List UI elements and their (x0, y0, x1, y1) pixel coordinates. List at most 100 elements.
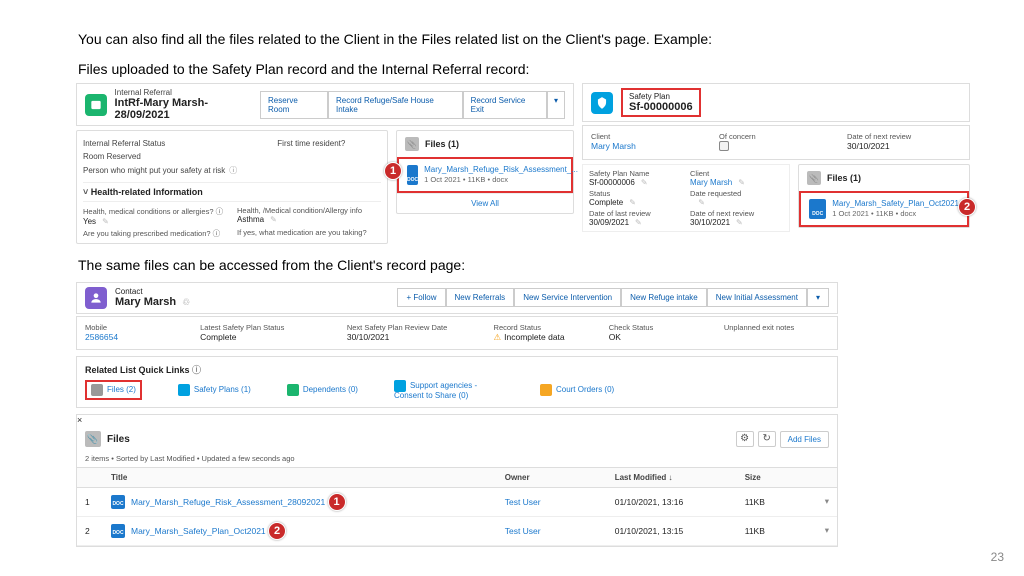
contact-record: Contact Mary Marsh ♲ + Follow New Referr… (76, 282, 838, 547)
record-exit-button[interactable]: Record Service Exit (463, 91, 547, 119)
field-label: Are you taking prescribed medication? ⓘ (83, 228, 227, 239)
field-label: If yes, what medication are you taking? (237, 228, 381, 239)
col-owner[interactable]: Owner (497, 467, 607, 487)
field-value (690, 198, 783, 207)
add-files-button[interactable]: Add Files (780, 431, 829, 448)
rlq-title: Related List Quick Links (85, 363, 829, 376)
field-value: OK (609, 332, 714, 342)
file-item[interactable]: Mary_Marsh_Safety_Plan_Oct2021 1 Oct 202… (799, 191, 969, 227)
field-value: Yes (83, 217, 227, 226)
rlq-files-link[interactable]: Files (2) (85, 380, 142, 400)
field-label: Latest Safety Plan Status (200, 323, 337, 332)
field-value: Asthma (237, 215, 381, 224)
safety-plan-record: Safety Plan Sf-00000006 ClientMary Marsh… (582, 83, 970, 244)
field-label: Internal Referral Status (83, 139, 237, 148)
refresh-button[interactable]: ↻ (758, 431, 776, 447)
files-card: Files (1) Mary_Marsh_Refuge_Risk_Assessm… (396, 130, 574, 214)
row-menu-button[interactable]: ▾ (817, 516, 837, 545)
col-title[interactable]: Title (103, 467, 497, 487)
file-item[interactable]: Mary_Marsh_Refuge_Risk_Assessment_... 1 … (397, 157, 573, 193)
files-icon (807, 171, 821, 185)
files-subtitle: 2 items • Sorted by Last Modified • Upda… (77, 454, 837, 467)
section-toggle[interactable]: Health-related Information (83, 182, 381, 202)
field-value: 30/10/2021 (847, 141, 961, 151)
record-name: Mary Marsh (115, 296, 176, 308)
owner-link[interactable]: Test User (497, 487, 607, 516)
new-initial-assessment-button[interactable]: New Initial Assessment (707, 288, 807, 307)
settings-button[interactable]: ⚙ (736, 431, 754, 447)
follow-button[interactable]: + Follow (397, 288, 445, 307)
new-service-intervention-button[interactable]: New Service Intervention (514, 288, 621, 307)
rlq-support-agencies-link[interactable]: Support agencies - Consent to Share (0) (394, 380, 504, 401)
file-meta: 1 Oct 2021 • 11KB • docx (424, 175, 578, 184)
row-index: 2 (77, 516, 103, 545)
field-label: Date of last review (589, 209, 682, 218)
field-label: Date of next review (847, 132, 961, 141)
reserve-room-button[interactable]: Reserve Room (260, 91, 328, 119)
col-size[interactable]: Size (737, 467, 817, 487)
hierarchy-icon[interactable]: ♲ (182, 297, 190, 308)
new-refuge-intake-button[interactable]: New Refuge intake (621, 288, 707, 307)
new-referrals-button[interactable]: New Referrals (446, 288, 515, 307)
record-intake-button[interactable]: Record Refuge/Safe House Intake (328, 91, 463, 119)
field-label: Date of next review (690, 209, 783, 218)
internal-referral-record: Internal Referral IntRf-Mary Marsh-28/09… (76, 83, 574, 244)
table-row[interactable]: 2 Mary_Marsh_Safety_Plan_Oct2021 2 Test … (77, 516, 837, 545)
files-icon (405, 137, 419, 151)
record-name: Sf-00000006 (629, 101, 693, 113)
file-title-link[interactable]: Mary_Marsh_Safety_Plan_Oct2021 (131, 526, 266, 536)
doc-icon (407, 165, 418, 185)
mobile-link[interactable]: 2586654 (85, 332, 190, 342)
of-concern-checkbox (719, 141, 729, 151)
doc-icon (809, 199, 826, 219)
field-label: Unplanned exit notes (724, 323, 829, 332)
field-label: Mobile (85, 323, 190, 332)
view-all-link[interactable]: View All (397, 193, 573, 213)
file-meta: 1 Oct 2021 • 11KB • docx (832, 209, 959, 218)
field-label: Health, /Medical condition/Allergy info (237, 206, 381, 215)
record-header: Internal Referral IntRf-Mary Marsh-28/09… (76, 83, 574, 126)
field-label: Safety Plan Name (589, 169, 682, 178)
more-actions-button[interactable]: ▾ (807, 288, 829, 307)
field-label: Of concern (719, 132, 833, 141)
files-card: Files (1) Mary_Marsh_Safety_Plan_Oct2021… (798, 164, 970, 228)
client-link[interactable]: Mary Marsh (591, 141, 705, 151)
callout-badge-1: 1 (328, 493, 346, 511)
row-menu-button[interactable]: ▾ (817, 487, 837, 516)
table-row[interactable]: 1 Mary_Marsh_Refuge_Risk_Assessment_2809… (77, 487, 837, 516)
field-value: Sf-00000006 (589, 178, 682, 187)
field-label: Health, medical conditions or allergies?… (83, 206, 227, 217)
field-value: 30/10/2021 (690, 218, 783, 227)
owner-link[interactable]: Test User (497, 516, 607, 545)
rlq-court-orders-link[interactable]: Court Orders (0) (540, 384, 614, 396)
cell-modified: 01/10/2021, 13:15 (607, 516, 737, 545)
cell-modified: 01/10/2021, 13:16 (607, 487, 737, 516)
field-label: Room Reserved (83, 152, 237, 161)
files-related-list: × 📎 Files ⚙ ↻ Add Files 2 items • Sorted… (76, 414, 838, 547)
field-value: Complete (589, 198, 682, 207)
file-title-link[interactable]: Mary_Marsh_Refuge_Risk_Assessment_280920… (131, 497, 325, 507)
field-label: First time resident? (277, 139, 345, 148)
sub-text: Files uploaded to the Safety Plan record… (78, 60, 946, 80)
files-header: Files (1) (827, 173, 861, 183)
close-icon[interactable]: × (77, 415, 82, 425)
field-value: Incomplete data (494, 332, 599, 343)
rlq-safety-plans-link[interactable]: Safety Plans (1) (178, 384, 251, 396)
doc-icon (111, 495, 125, 509)
more-actions-button[interactable]: ▾ (547, 91, 565, 119)
files-header: Files (1) (425, 139, 459, 149)
cell-size: 11KB (737, 516, 817, 545)
files-icon: 📎 (85, 431, 101, 447)
field-label: Date requested (690, 189, 783, 198)
safety-plan-icon (591, 92, 613, 114)
field-label: Next Safety Plan Review Date (347, 323, 484, 332)
doc-icon (111, 524, 125, 538)
col-modified[interactable]: Last Modified ↓ (607, 467, 737, 487)
field-label: Check Status (609, 323, 714, 332)
same-files-text: The same files can be accessed from the … (78, 256, 946, 276)
record-object-label: Internal Referral (115, 88, 260, 97)
client-link[interactable]: Mary Marsh (690, 178, 783, 187)
file-name: Mary_Marsh_Refuge_Risk_Assessment_... (424, 166, 578, 175)
row-index: 1 (77, 487, 103, 516)
rlq-dependents-link[interactable]: Dependents (0) (287, 384, 358, 396)
